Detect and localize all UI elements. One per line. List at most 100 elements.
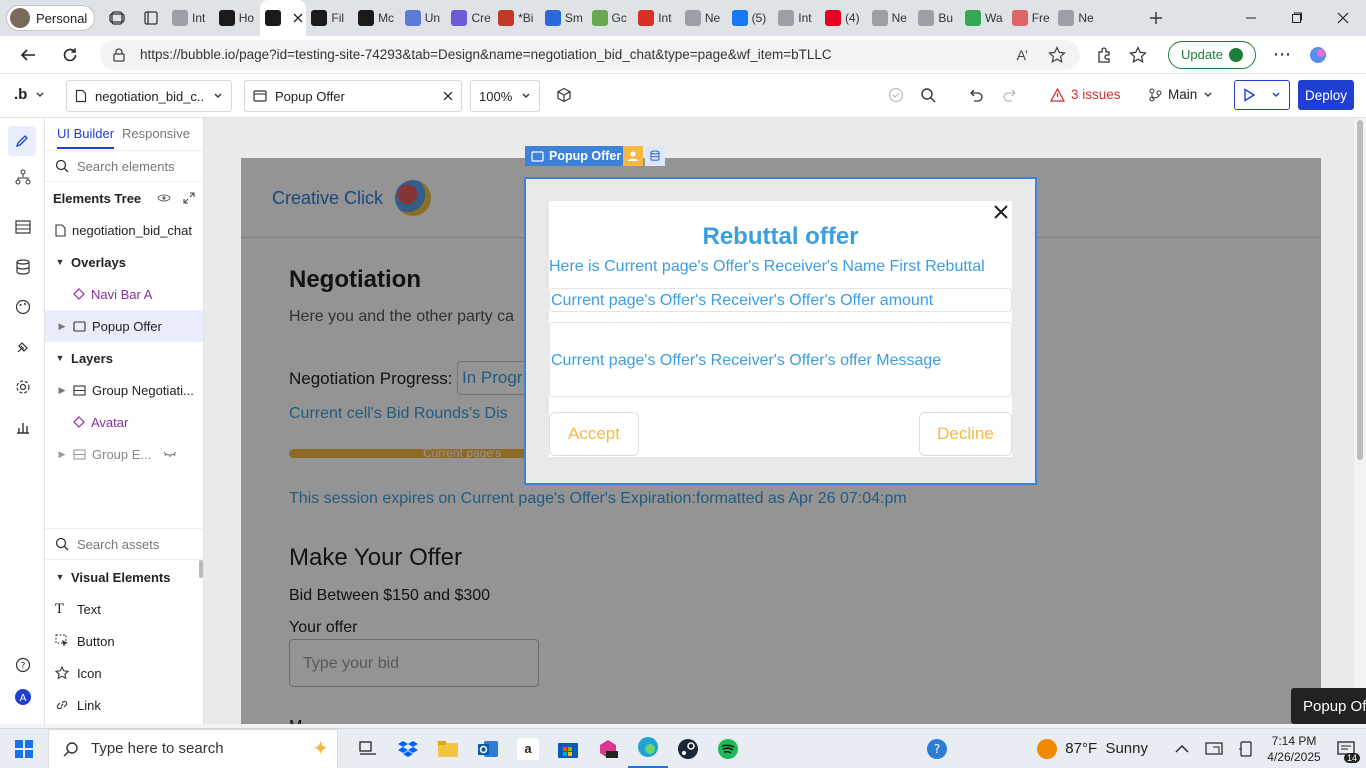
browser-tab[interactable]: [260, 0, 307, 36]
more-menu-icon[interactable]: ⋯: [1266, 39, 1298, 71]
bubble-logo-menu[interactable]: .b: [14, 86, 45, 103]
url-field[interactable]: https://bubble.io/page?id=testing-site-7…: [100, 39, 1080, 70]
preview-button[interactable]: [1234, 80, 1290, 110]
logs-chart-icon[interactable]: [12, 416, 34, 438]
data-source-icon[interactable]: [645, 146, 665, 166]
favorite-star-icon[interactable]: [1048, 45, 1066, 64]
browser-tab[interactable]: Int: [773, 0, 820, 36]
visual-elements-section[interactable]: ▼ Visual Elements: [45, 561, 203, 593]
plugins-icon[interactable]: [12, 336, 34, 358]
network-icon[interactable]: [1198, 729, 1230, 768]
tree-item-avatar[interactable]: Avatar: [45, 406, 203, 438]
search-icon[interactable]: [920, 87, 936, 103]
browser-tab[interactable]: Ho: [214, 0, 261, 36]
hidden-eye-icon[interactable]: [163, 449, 177, 459]
cube-icon[interactable]: [556, 87, 572, 103]
page-selector[interactable]: negotiation_bid_c...: [66, 80, 232, 112]
browser-tab[interactable]: Sm: [540, 0, 587, 36]
update-button[interactable]: Update: [1168, 40, 1256, 69]
spotify-icon[interactable]: [708, 729, 748, 768]
notifications-icon[interactable]: 14: [1326, 729, 1366, 768]
visual-element-button[interactable]: Button: [45, 625, 203, 657]
redo-icon[interactable]: [1002, 87, 1018, 103]
data-table-icon[interactable]: [12, 216, 34, 238]
browser-tab[interactable]: Bu: [913, 0, 960, 36]
workflow-icon[interactable]: [12, 166, 34, 188]
decline-button[interactable]: Decline: [919, 412, 1012, 456]
browser-tab[interactable]: Ne: [1053, 0, 1100, 36]
scrollbar-thumb[interactable]: [1357, 120, 1363, 460]
refresh-icon[interactable]: [54, 39, 86, 71]
profile-button[interactable]: Personal: [6, 5, 95, 31]
accept-button[interactable]: Accept: [549, 412, 639, 456]
tree-item-popup-offer[interactable]: ▶ Popup Offer: [45, 310, 203, 342]
clear-selection-icon[interactable]: [443, 91, 453, 101]
copilot-icon[interactable]: [1302, 39, 1334, 71]
account-avatar-icon[interactable]: A: [12, 686, 34, 708]
site-info-icon[interactable]: [112, 47, 126, 62]
microsoft-store-icon[interactable]: [548, 729, 588, 768]
deploy-button[interactable]: Deploy: [1298, 80, 1354, 110]
weather-widget[interactable]: 87°F Sunny: [1037, 738, 1148, 759]
minimize-icon[interactable]: [1228, 0, 1274, 36]
close-icon[interactable]: [994, 205, 1008, 219]
display-icon[interactable]: [1230, 729, 1262, 768]
design-pencil-icon[interactable]: [8, 126, 36, 156]
browser-tab[interactable]: Fre: [1007, 0, 1054, 36]
ms365-icon[interactable]: [588, 729, 628, 768]
outlook-icon[interactable]: [468, 729, 508, 768]
tree-item-group-negotiation[interactable]: ▶ Group Negotiati...: [45, 374, 203, 406]
browser-tab[interactable]: Wa: [960, 0, 1007, 36]
extensions-icon[interactable]: [1088, 39, 1120, 71]
canvas-vertical-scrollbar[interactable]: [1354, 118, 1366, 724]
help-tips-icon[interactable]: ?: [917, 729, 957, 768]
undo-icon[interactable]: [968, 87, 984, 103]
panel-scrollbar[interactable]: [199, 560, 203, 578]
expand-icon[interactable]: [183, 192, 195, 204]
browser-tab[interactable]: (4): [820, 0, 867, 36]
branch-selector[interactable]: Main: [1148, 87, 1213, 102]
styles-palette-icon[interactable]: [12, 296, 34, 318]
back-icon[interactable]: [12, 39, 44, 71]
steam-icon[interactable]: [668, 729, 708, 768]
windows-start-icon[interactable]: [0, 729, 48, 768]
tree-section-layers[interactable]: ▼ Layers: [45, 342, 203, 374]
element-selector[interactable]: Popup Offer: [244, 80, 462, 112]
search-elements-field[interactable]: Search elements: [45, 150, 204, 182]
read-aloud-icon[interactable]: A’: [1017, 47, 1028, 63]
database-icon[interactable]: [12, 256, 34, 278]
close-tab-icon[interactable]: [293, 13, 303, 23]
visual-element-icon[interactable]: Icon: [45, 657, 203, 689]
visual-element-text[interactable]: T Text: [45, 593, 203, 625]
clock[interactable]: 7:14 PM 4/26/2025: [1262, 733, 1326, 765]
restore-icon[interactable]: [1274, 0, 1320, 36]
tree-item-page[interactable]: negotiation_bid_chat: [45, 214, 203, 246]
chevron-up-icon[interactable]: [1166, 729, 1198, 768]
popup-selection-tag[interactable]: Popup Offer: [525, 146, 628, 166]
tree-item-navi-bar[interactable]: Navi Bar A: [45, 278, 203, 310]
favorites-icon[interactable]: [1122, 39, 1154, 71]
file-explorer-icon[interactable]: [428, 729, 468, 768]
task-view-icon[interactable]: [348, 729, 388, 768]
tree-section-overlays[interactable]: ▼ Overlays: [45, 246, 203, 278]
browser-tab[interactable]: Gc: [587, 0, 634, 36]
issues-button[interactable]: 3 issues: [1050, 87, 1121, 102]
tab-ui-builder[interactable]: UI Builder: [57, 126, 115, 149]
taskbar-search-field[interactable]: Type here to search ✦: [48, 728, 338, 768]
browser-tab[interactable]: *Bi: [493, 0, 540, 36]
search-assets-field[interactable]: Search assets: [45, 528, 204, 560]
amazon-icon[interactable]: a: [508, 729, 548, 768]
tree-item-group-e[interactable]: ▶ Group E...: [45, 438, 203, 470]
settings-gear-icon[interactable]: [12, 376, 34, 398]
browser-tab[interactable]: Cre: [446, 0, 493, 36]
help-icon[interactable]: ?: [12, 654, 34, 676]
tab-actions-icon[interactable]: [139, 6, 163, 30]
edge-browser-icon[interactable]: [628, 729, 668, 768]
browser-tab[interactable]: Int: [167, 0, 214, 36]
visual-element-link[interactable]: Link: [45, 689, 203, 721]
browser-tab[interactable]: Fil: [306, 0, 353, 36]
workspaces-icon[interactable]: [105, 6, 129, 30]
browser-tab[interactable]: Int: [633, 0, 680, 36]
new-tab-icon[interactable]: [1144, 6, 1168, 30]
reveal-user-icon[interactable]: [623, 146, 643, 166]
